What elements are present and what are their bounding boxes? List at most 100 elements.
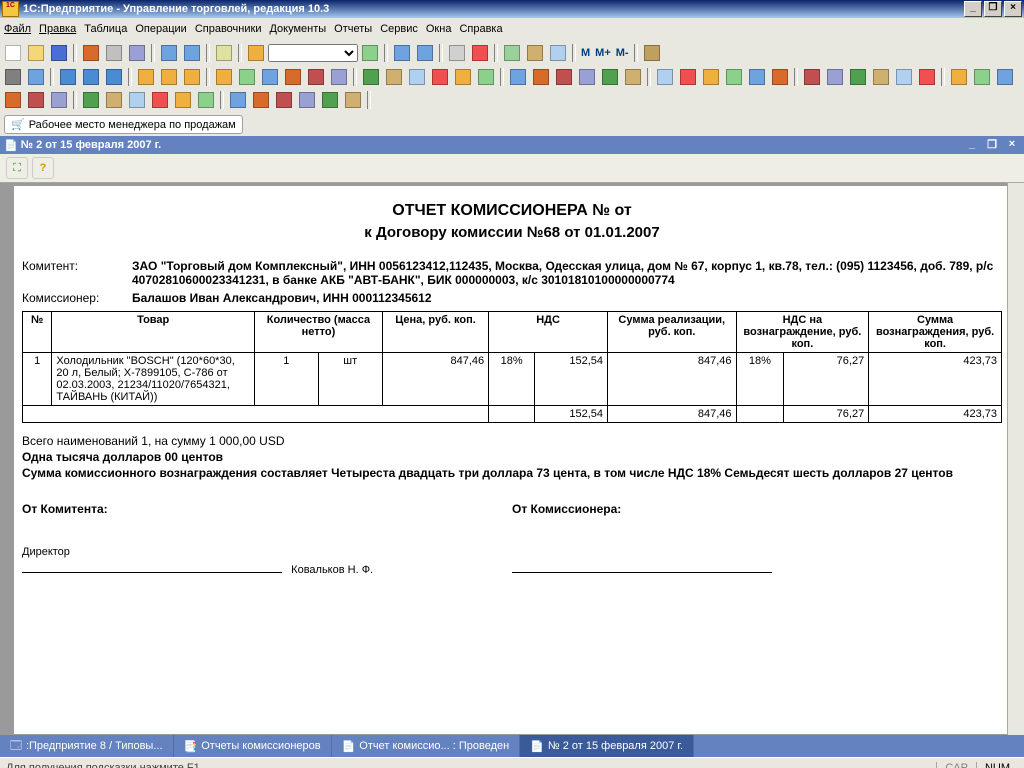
toolbar-icon-5[interactable] <box>328 66 350 88</box>
close-button[interactable]: × <box>1004 1 1022 17</box>
rights-icon[interactable] <box>158 66 180 88</box>
menu-reports[interactable]: Отчеты <box>334 23 372 35</box>
back-icon[interactable] <box>391 42 413 64</box>
toolbar-icon-4[interactable] <box>305 66 327 88</box>
sales-manager-workplace-button[interactable]: 🛒 Рабочее место менеджера по продажам <box>4 115 243 134</box>
doc-minimize-button[interactable]: _ <box>964 138 980 152</box>
menu-table[interactable]: Таблица <box>84 23 127 35</box>
toolbar-icon-10[interactable] <box>452 66 474 88</box>
open-icon[interactable] <box>25 42 47 64</box>
print-icon[interactable] <box>2 66 24 88</box>
minimize-button[interactable]: _ <box>964 1 982 17</box>
toolbar-icon-0[interactable] <box>213 66 235 88</box>
mem-mplus-button[interactable]: M+ <box>595 47 611 59</box>
task-0[interactable]: 🗔:Предприятие 8 / Типовы... <box>0 735 174 757</box>
undo-icon[interactable] <box>158 42 180 64</box>
rows-icon[interactable] <box>57 66 79 88</box>
toolbar-icon-14[interactable] <box>553 66 575 88</box>
toolbar-icon-41[interactable] <box>195 89 217 111</box>
toolbar-icon-31[interactable] <box>971 66 993 88</box>
toolbar-icon-39[interactable] <box>149 89 171 111</box>
toolbar-icon-22[interactable] <box>746 66 768 88</box>
toolbar-icon-7[interactable] <box>383 66 405 88</box>
toolbar-icon-6[interactable] <box>360 66 382 88</box>
mem-mminus-button[interactable]: M- <box>616 47 629 59</box>
toolbar-icon-35[interactable] <box>48 89 70 111</box>
doc-close-button[interactable]: × <box>1004 138 1020 152</box>
toolbar-icon-36[interactable] <box>80 89 102 111</box>
toolbar-icon-38[interactable] <box>126 89 148 111</box>
toolbar-icon-25[interactable] <box>824 66 846 88</box>
forward-icon[interactable] <box>414 42 436 64</box>
doc-restore-button[interactable]: ❐ <box>984 138 1000 152</box>
menu-edit[interactable]: Правка <box>39 23 76 35</box>
form-icon[interactable] <box>501 42 523 64</box>
toolbar-icon-45[interactable] <box>296 89 318 111</box>
menu-operations[interactable]: Операции <box>135 23 186 35</box>
vertical-scrollbar[interactable] <box>1007 183 1024 735</box>
users-icon[interactable] <box>135 66 157 88</box>
toolbar-icon-9[interactable] <box>429 66 451 88</box>
toolbar-icon-11[interactable] <box>475 66 497 88</box>
toolbar-icon-19[interactable] <box>677 66 699 88</box>
toolbar-icon-30[interactable] <box>948 66 970 88</box>
toolbar-icon-3[interactable] <box>282 66 304 88</box>
toolbar-icon-1[interactable] <box>236 66 258 88</box>
mem-m-button[interactable]: M <box>581 47 590 59</box>
doc-photo-icon[interactable]: ⛶ <box>6 157 28 179</box>
toolbar-icon-37[interactable] <box>103 89 125 111</box>
task-1[interactable]: 📑Отчеты комиссионеров <box>174 735 332 757</box>
toolbar-icon-42[interactable] <box>227 89 249 111</box>
copy-icon[interactable] <box>103 42 125 64</box>
toolbar-icon-12[interactable] <box>507 66 529 88</box>
toolbar-icon-44[interactable] <box>273 89 295 111</box>
calc-icon[interactable] <box>446 42 468 64</box>
doc-scroll-area[interactable]: ОТЧЕТ КОМИССИОНЕРА № от к Договору комис… <box>0 183 1024 735</box>
menu-help[interactable]: Справка <box>459 23 502 35</box>
toolbar-icon-18[interactable] <box>654 66 676 88</box>
menu-catalogs[interactable]: Справочники <box>195 23 262 35</box>
settings-icon[interactable] <box>181 66 203 88</box>
toolbar-icon-27[interactable] <box>870 66 892 88</box>
toolbar-icon-47[interactable] <box>342 89 364 111</box>
cut-icon[interactable] <box>80 42 102 64</box>
toolbar-icon-28[interactable] <box>893 66 915 88</box>
goto-icon[interactable] <box>359 42 381 64</box>
object-select[interactable] <box>268 44 358 62</box>
save-icon[interactable] <box>48 42 70 64</box>
toolbar-icon-15[interactable] <box>576 66 598 88</box>
cols-icon[interactable] <box>80 66 102 88</box>
menu-file[interactable]: Файл <box>4 23 31 35</box>
menu-documents[interactable]: Документы <box>269 23 326 35</box>
catalog-icon[interactable] <box>245 42 267 64</box>
restore-button[interactable]: ❐ <box>984 1 1002 17</box>
toolbar-icon-34[interactable] <box>25 89 47 111</box>
toolbar-icon-20[interactable] <box>700 66 722 88</box>
calendar-icon[interactable] <box>469 42 491 64</box>
toolbar-icon-2[interactable] <box>259 66 281 88</box>
new-doc-icon[interactable] <box>2 42 24 64</box>
toolbar-icon-24[interactable] <box>801 66 823 88</box>
toolbar-icon-46[interactable] <box>319 89 341 111</box>
tools-icon[interactable] <box>641 42 663 64</box>
menu-windows[interactable]: Окна <box>426 23 452 35</box>
task-2[interactable]: 📄Отчет комиссио... : Проведен <box>332 735 521 757</box>
toolbar-icon-17[interactable] <box>622 66 644 88</box>
toolbar-icon-21[interactable] <box>723 66 745 88</box>
redo-icon[interactable] <box>181 42 203 64</box>
toolbar-icon-16[interactable] <box>599 66 621 88</box>
toolbar-icon-43[interactable] <box>250 89 272 111</box>
toolbar-icon-8[interactable] <box>406 66 428 88</box>
props-icon[interactable] <box>524 42 546 64</box>
menu-service[interactable]: Сервис <box>380 23 418 35</box>
task-3[interactable]: 📄№ 2 от 15 февраля 2007 г. <box>520 735 694 757</box>
toolbar-icon-33[interactable] <box>2 89 24 111</box>
toolbar-icon-29[interactable] <box>916 66 938 88</box>
list-icon[interactable] <box>547 42 569 64</box>
doc-help-icon[interactable]: ? <box>32 157 54 179</box>
paste-icon[interactable] <box>126 42 148 64</box>
find-icon[interactable] <box>213 42 235 64</box>
toolbar-icon-13[interactable] <box>530 66 552 88</box>
toolbar-icon-32[interactable] <box>994 66 1016 88</box>
toolbar-icon-26[interactable] <box>847 66 869 88</box>
